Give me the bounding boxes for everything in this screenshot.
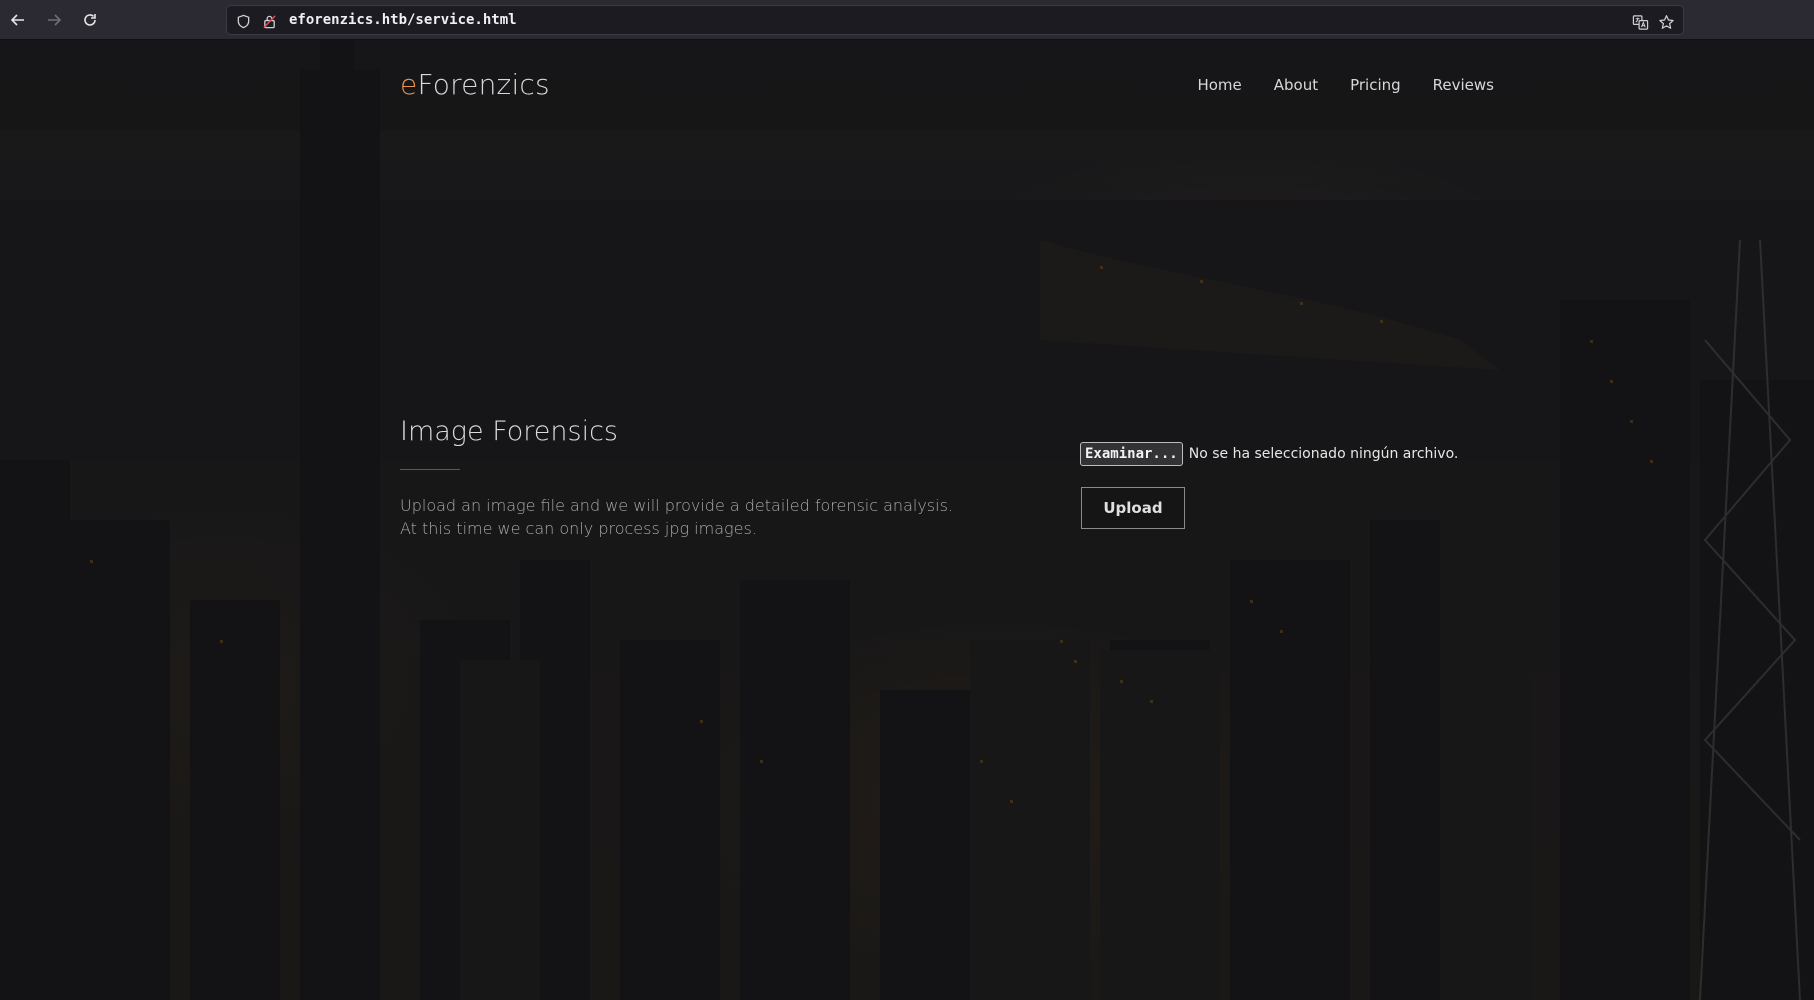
arrow-left-icon [10,14,24,26]
service-description: Upload an image file and we will provide… [400,494,960,540]
bookmark-star-icon[interactable] [1657,13,1675,31]
browse-file-button[interactable]: Examinar... [1080,442,1183,466]
nav-pricing-link[interactable]: Pricing [1350,76,1401,94]
title-divider [400,469,460,470]
shield-icon[interactable] [235,13,251,29]
logo-text: Forenzics [417,68,550,101]
reload-icon [84,14,96,26]
file-status-text: No se ha seleccionado ningún archivo. [1188,446,1459,462]
nav-home-link[interactable]: Home [1197,76,1241,94]
site-logo[interactable]: eForenzics [400,68,550,101]
forward-button[interactable] [42,8,66,32]
description-line: Upload an image file and we will provide… [400,496,953,515]
page-title: Image Forensics [400,416,619,447]
nav-reviews-link[interactable]: Reviews [1433,76,1494,94]
page-viewport: eForenzics Home About Pricing Reviews Im… [0,40,1814,1000]
url-text[interactable]: eforenzics.htb/service.html [289,12,517,28]
back-button[interactable] [6,8,30,32]
browser-toolbar: eforenzics.htb/service.html [0,0,1814,40]
description-line: At this time we can only process jpg ima… [400,519,757,538]
upload-button[interactable]: Upload [1081,487,1185,529]
address-bar[interactable]: eforenzics.htb/service.html [226,5,1684,35]
arrow-right-icon [48,14,62,26]
main-nav: Home About Pricing Reviews [1197,76,1494,94]
translate-icon[interactable] [1631,13,1649,31]
reload-button[interactable] [78,8,102,32]
insecure-lock-icon[interactable] [261,13,277,29]
site-header: eForenzics Home About Pricing Reviews [0,40,1814,130]
file-input[interactable]: Examinar... No se ha seleccionado ningún… [1080,442,1458,466]
nav-about-link[interactable]: About [1274,76,1318,94]
logo-accent-letter: e [400,68,418,101]
